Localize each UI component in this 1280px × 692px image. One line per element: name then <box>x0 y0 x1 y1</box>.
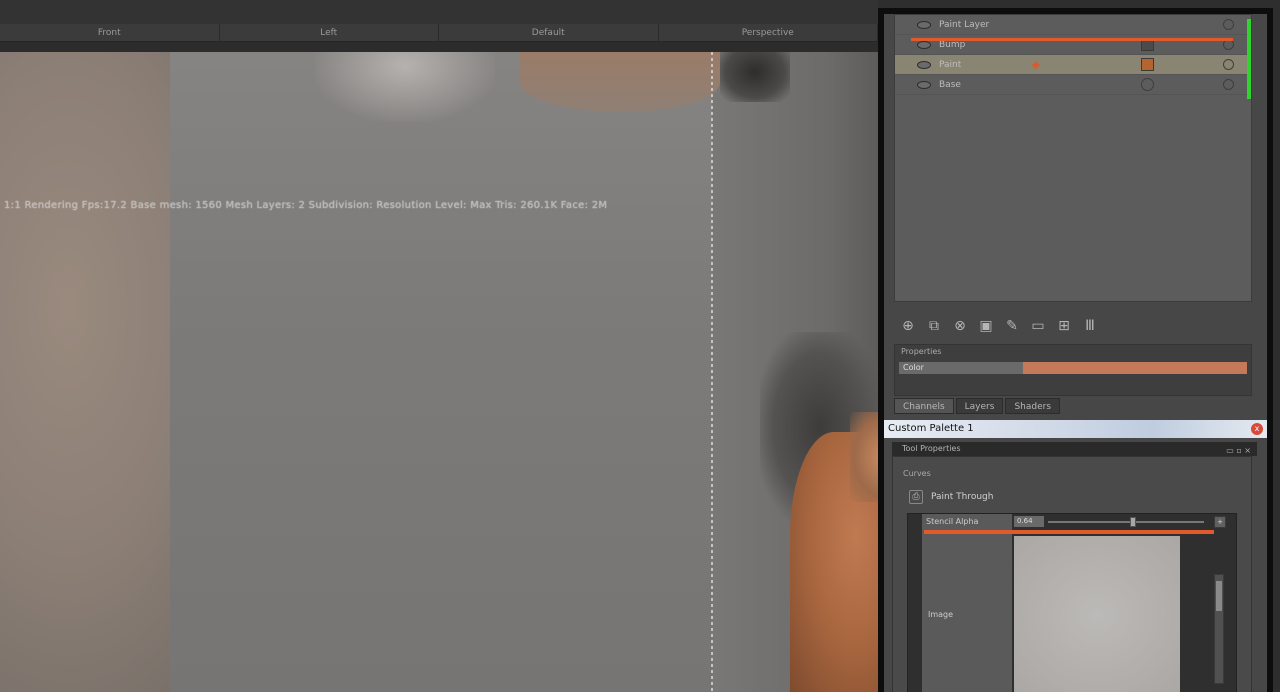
layer-options-icon[interactable] <box>1223 19 1234 30</box>
highlight-underline <box>924 530 1214 534</box>
tool-properties-header: Tool Properties ▭ ▫ × <box>892 442 1257 456</box>
delete-icon[interactable]: Ⅲ <box>1080 316 1100 336</box>
layer-row-selected[interactable]: Paint <box>895 55 1251 75</box>
blend-slider-fill <box>1023 362 1247 374</box>
visibility-eye-icon[interactable] <box>917 40 931 49</box>
cursor-marker-icon: ✦ <box>1029 56 1043 75</box>
face-skin <box>850 412 878 502</box>
stencil-alpha-slider[interactable] <box>1048 521 1204 523</box>
viewport-header: Front Left Default Perspective <box>0 24 878 42</box>
layer-active-indicator <box>1247 19 1251 99</box>
layer-tools-row: ⊕ ⧉ ⊗ ▣ ✎ ▭ ⊞ Ⅲ <box>894 314 1252 338</box>
layer-options-icon[interactable] <box>1223 59 1234 70</box>
layer-name: Paint Layer <box>939 19 990 30</box>
tab-channels[interactable]: Channels <box>894 398 954 414</box>
collar-embroidery <box>315 52 495 122</box>
duplicate-layer-icon[interactable]: ⧉ <box>924 316 944 336</box>
layer-name: Base <box>939 79 961 90</box>
visibility-eye-icon[interactable] <box>917 60 931 69</box>
palette-title: Custom Palette 1 <box>888 423 974 434</box>
shirt-surface <box>170 52 715 692</box>
top-toolbar <box>0 0 878 24</box>
tool-properties-panel: Curves ⎙ Paint Through Stencil Alpha 0.6… <box>892 456 1252 692</box>
tool-name: Paint Through <box>931 492 994 502</box>
panel-tabs: Channels Layers Shaders <box>894 398 1061 414</box>
folder-icon[interactable]: ▭ <box>1028 316 1048 336</box>
layer-options-icon[interactable] <box>1223 79 1234 90</box>
layer-swatch <box>1141 58 1154 71</box>
paint-layer-icon[interactable]: ✎ <box>1002 316 1022 336</box>
view-header-left[interactable]: Left <box>220 24 439 41</box>
ear-shadow <box>720 52 790 102</box>
close-icon[interactable]: x <box>1251 423 1263 435</box>
add-layer-icon[interactable]: ⊕ <box>898 316 918 336</box>
layer-row[interactable]: Base <box>895 75 1251 95</box>
tab-layers[interactable]: Layers <box>955 398 1004 414</box>
tool-properties-title: Tool Properties <box>902 444 961 453</box>
layer-blend-box: Properties Color <box>894 344 1252 396</box>
scrollbar[interactable] <box>1214 574 1224 684</box>
stencil-alpha-value[interactable]: 0.64 <box>1014 516 1044 527</box>
view-header-front[interactable]: Front <box>0 24 220 41</box>
scrollbar-thumb[interactable] <box>1216 581 1222 611</box>
paint-through-icon[interactable]: ⎙ <box>909 490 923 504</box>
blend-value: Color <box>903 363 924 372</box>
viewport-gap <box>0 42 878 52</box>
merge-layer-icon[interactable]: ⊗ <box>950 316 970 336</box>
visibility-eye-icon[interactable] <box>917 20 931 29</box>
image-label: Image <box>928 610 954 619</box>
blend-label: Properties <box>901 347 942 356</box>
viewport-stats: 1:1 Rendering Fps:17.2 Base mesh: 1560 M… <box>4 200 608 211</box>
add-button[interactable]: + <box>1214 516 1226 528</box>
uv-seam-line <box>711 52 713 692</box>
layer-swatch <box>1141 78 1154 91</box>
layer-name: Bump <box>939 39 966 50</box>
stencil-panel: Stencil Alpha 0.64 Image + <box>907 513 1237 692</box>
visibility-eye-icon[interactable] <box>917 80 931 89</box>
stencil-image-preview[interactable] <box>1014 536 1180 692</box>
layer-list[interactable]: Paint Layer Bump Paint Base ✦ <box>894 14 1252 302</box>
group-label: Curves <box>903 469 931 478</box>
3d-viewport[interactable]: 1:1 Rendering Fps:17.2 Base mesh: 1560 M… <box>0 52 878 692</box>
slider-knob[interactable] <box>1130 517 1136 527</box>
right-panel: Paint Layer Bump Paint Base ✦ ⊕ ⧉ ⊗ ▣ ✎ … <box>878 8 1273 692</box>
layer-row[interactable]: Paint Layer <box>895 15 1251 35</box>
stencil-alpha-label: Stencil Alpha <box>926 517 979 526</box>
highlight-underline <box>911 38 1233 41</box>
group-icon[interactable]: ⊞ <box>1054 316 1074 336</box>
collar-skin <box>520 52 720 112</box>
view-header-perspective[interactable]: Perspective <box>659 24 878 41</box>
palette-title-bar[interactable]: Custom Palette 1 x <box>884 420 1267 438</box>
stencil-sidebar <box>922 514 1012 692</box>
tab-shaders[interactable]: Shaders <box>1005 398 1061 414</box>
mask-icon[interactable]: ▣ <box>976 316 996 336</box>
view-header-default[interactable]: Default <box>439 24 659 41</box>
